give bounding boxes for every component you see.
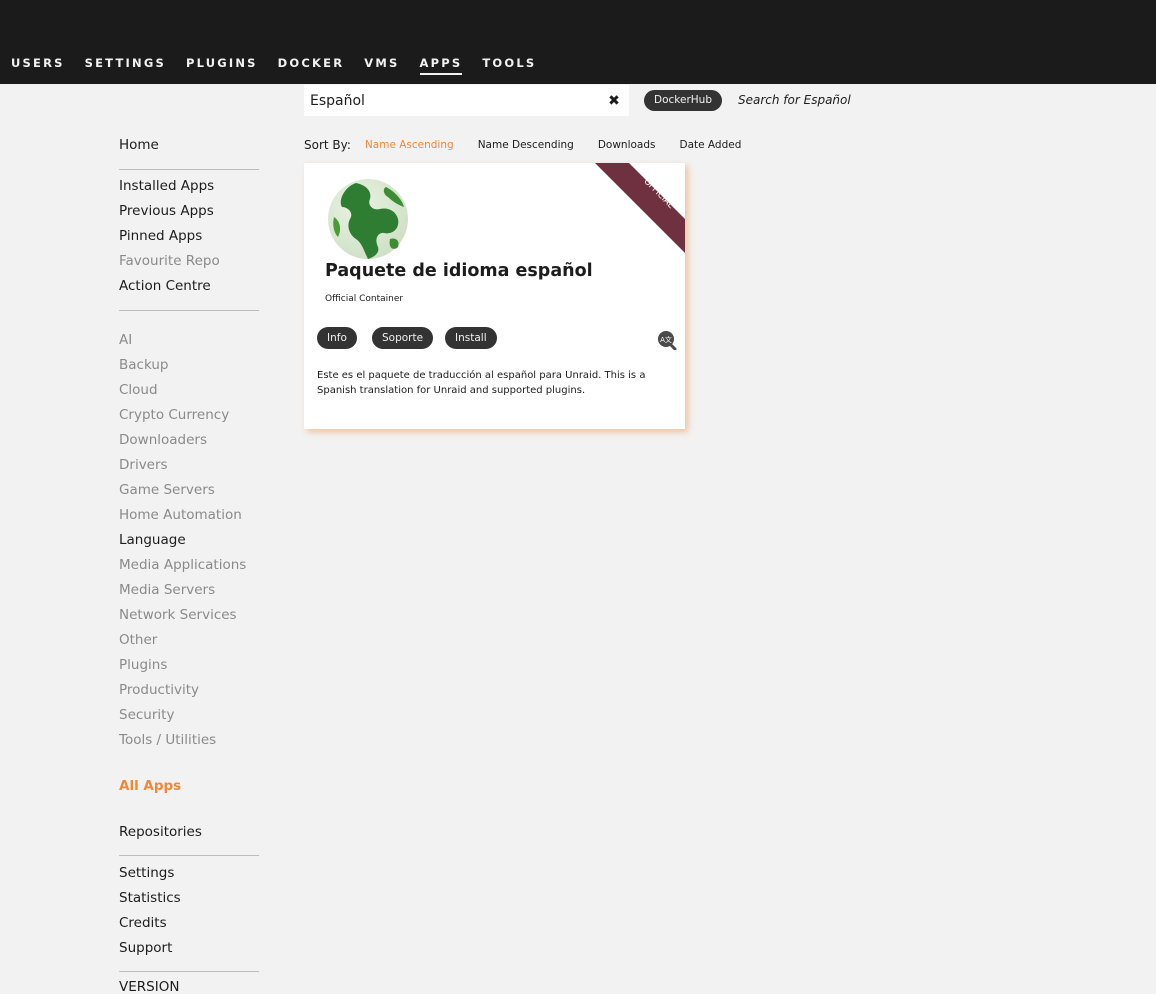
translate-icon: A文 bbox=[658, 331, 677, 350]
app-card: OFFICIAL Paquete de idioma español Offic… bbox=[304, 163, 685, 429]
main-nav: USERS SETTINGS PLUGINS DOCKER VMS APPS T… bbox=[11, 56, 556, 75]
sort-name-descending[interactable]: Name Descending bbox=[478, 139, 574, 151]
sidebar-divider bbox=[119, 855, 259, 856]
sidebar-divider bbox=[119, 169, 259, 170]
sidebar-category-media-applications[interactable]: Media Applications bbox=[119, 557, 246, 573]
support-button[interactable]: Soporte bbox=[372, 327, 434, 349]
info-button[interactable]: Info bbox=[317, 327, 357, 349]
sidebar-category-security[interactable]: Security bbox=[119, 707, 174, 723]
search-for-link[interactable]: Search for Español bbox=[738, 93, 851, 107]
app-title[interactable]: Paquete de idioma español bbox=[325, 261, 593, 281]
nav-plugins[interactable]: PLUGINS bbox=[186, 56, 258, 75]
sidebar-category-ai[interactable]: AI bbox=[119, 332, 132, 348]
nav-docker[interactable]: DOCKER bbox=[278, 56, 345, 75]
nav-settings[interactable]: SETTINGS bbox=[85, 56, 166, 75]
sidebar-category-game-servers[interactable]: Game Servers bbox=[119, 482, 215, 498]
app-description: Este es el paquete de traducción al espa… bbox=[317, 370, 646, 396]
sort-date-added[interactable]: Date Added bbox=[679, 139, 741, 151]
official-ribbon: OFFICIAL bbox=[595, 163, 685, 253]
globe-icon bbox=[328, 179, 408, 259]
sidebar-category-tools-utilities[interactable]: Tools / Utilities bbox=[119, 732, 216, 748]
close-icon[interactable]: ✖ bbox=[605, 92, 623, 110]
nav-vms[interactable]: VMS bbox=[364, 56, 399, 75]
search-box: ✖ bbox=[304, 85, 629, 116]
sidebar-category-backup[interactable]: Backup bbox=[119, 357, 169, 373]
sidebar-item-support[interactable]: Support bbox=[119, 940, 172, 956]
sidebar-category-plugins[interactable]: Plugins bbox=[119, 657, 167, 673]
top-bar: USERS SETTINGS PLUGINS DOCKER VMS APPS T… bbox=[0, 0, 1156, 84]
sidebar-category-media-servers[interactable]: Media Servers bbox=[119, 582, 215, 598]
nav-users[interactable]: USERS bbox=[11, 56, 65, 75]
sidebar-category-home-automation[interactable]: Home Automation bbox=[119, 507, 242, 523]
sidebar-divider bbox=[119, 971, 259, 972]
sidebar-category-downloaders[interactable]: Downloaders bbox=[119, 432, 207, 448]
sidebar-item-action-centre[interactable]: Action Centre bbox=[119, 278, 211, 294]
sidebar-category-productivity[interactable]: Productivity bbox=[119, 682, 199, 698]
sidebar-divider bbox=[119, 310, 259, 311]
app-subtitle: Official Container bbox=[325, 294, 404, 304]
sidebar-item-repositories[interactable]: Repositories bbox=[119, 824, 202, 840]
sort-name-ascending[interactable]: Name Ascending bbox=[365, 139, 454, 151]
sidebar-item-pinned-apps[interactable]: Pinned Apps bbox=[119, 228, 202, 244]
sort-label: Sort By: bbox=[304, 138, 351, 152]
sidebar-category-network-services[interactable]: Network Services bbox=[119, 607, 237, 623]
sidebar-item-credits[interactable]: Credits bbox=[119, 915, 167, 931]
search-input[interactable] bbox=[304, 85, 596, 116]
sidebar-category-language[interactable]: Language bbox=[119, 532, 186, 548]
version-label: VERSION bbox=[119, 979, 180, 994]
sidebar-item-favourite-repo[interactable]: Favourite Repo bbox=[119, 253, 220, 269]
sidebar-item-previous-apps[interactable]: Previous Apps bbox=[119, 203, 214, 219]
nav-tools[interactable]: TOOLS bbox=[482, 56, 536, 75]
sidebar-item-statistics[interactable]: Statistics bbox=[119, 890, 181, 906]
sidebar-item-all-apps[interactable]: All Apps bbox=[119, 778, 181, 794]
svg-text:A文: A文 bbox=[660, 335, 672, 344]
sidebar-item-home[interactable]: Home bbox=[119, 137, 159, 153]
sidebar-item-settings[interactable]: Settings bbox=[119, 865, 174, 881]
sort-bar: Sort By: Name Ascending Name Descending … bbox=[304, 138, 765, 152]
nav-apps[interactable]: APPS bbox=[419, 56, 463, 75]
dockerhub-button[interactable]: DockerHub bbox=[644, 90, 722, 111]
install-button[interactable]: Install bbox=[445, 327, 497, 349]
sort-downloads[interactable]: Downloads bbox=[598, 139, 656, 151]
sidebar-category-drivers[interactable]: Drivers bbox=[119, 457, 168, 473]
sidebar-category-other[interactable]: Other bbox=[119, 632, 157, 648]
sidebar-category-crypto-currency[interactable]: Crypto Currency bbox=[119, 407, 229, 423]
sidebar-item-installed-apps[interactable]: Installed Apps bbox=[119, 178, 214, 194]
sidebar-category-cloud[interactable]: Cloud bbox=[119, 382, 158, 398]
